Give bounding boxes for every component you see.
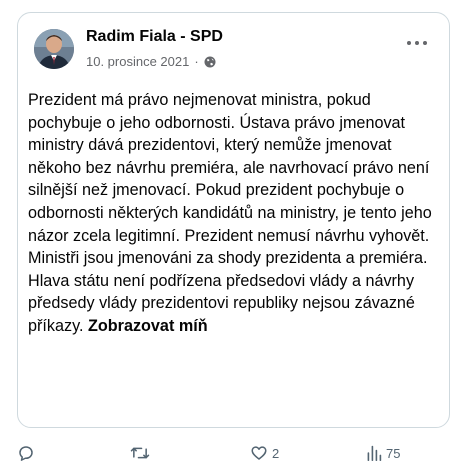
like-button[interactable]: 2	[250, 440, 279, 466]
more-dot	[407, 41, 411, 45]
post-body: Prezident má právo nejmenovat ministra, …	[28, 91, 432, 335]
views-count: 75	[386, 445, 401, 461]
views-button[interactable]: 75	[366, 440, 400, 466]
reply-button[interactable]	[17, 440, 39, 466]
heart-icon	[250, 444, 268, 462]
repost-button[interactable]	[130, 440, 154, 466]
like-count: 2	[272, 445, 280, 461]
avatar[interactable]	[34, 29, 74, 69]
post-meta: 10. prosince 2021 ·	[86, 54, 216, 69]
meta-separator: ·	[194, 54, 199, 69]
see-less-link[interactable]: Zobrazovat míň	[88, 317, 208, 335]
post-text: Prezident má právo nejmenovat ministra, …	[28, 89, 443, 338]
globe-icon	[204, 56, 216, 68]
post-date[interactable]: 10. prosince 2021	[86, 54, 189, 69]
more-dot	[423, 41, 427, 45]
views-icon	[366, 444, 382, 462]
repost-icon	[130, 444, 150, 462]
page: Radim Fiala - SPD 10. prosince 2021 · Pr…	[0, 0, 468, 475]
reply-icon	[17, 444, 35, 462]
author-name[interactable]: Radim Fiala - SPD	[86, 28, 223, 46]
post-card: Radim Fiala - SPD 10. prosince 2021 · Pr…	[17, 12, 450, 428]
avatar-photo	[34, 29, 74, 69]
more-dot	[415, 41, 419, 45]
action-bar: 2 75	[0, 440, 468, 468]
more-options-icon[interactable]	[407, 35, 427, 51]
